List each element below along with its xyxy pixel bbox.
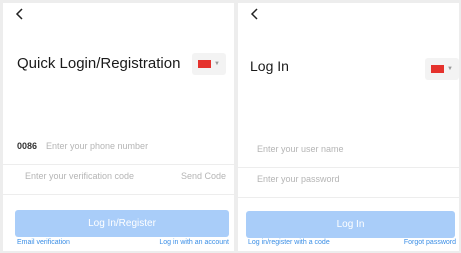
- login-with-code-link[interactable]: Log in/register with a code: [248, 239, 330, 246]
- country-selector[interactable]: ▼: [192, 53, 226, 75]
- page-title: Log In: [250, 58, 289, 74]
- country-code[interactable]: 0086: [17, 141, 37, 151]
- verification-code-input[interactable]: Enter your verification code: [25, 171, 134, 181]
- username-field[interactable]: Enter your user name: [238, 137, 459, 168]
- password-field[interactable]: Enter your password: [238, 167, 459, 198]
- verification-code-field[interactable]: Enter your verification code Send Code: [3, 164, 234, 195]
- login-button[interactable]: Log In: [246, 211, 455, 238]
- phone-field[interactable]: 0086 Enter your phone number: [3, 134, 234, 165]
- forgot-password-link[interactable]: Forgot password: [404, 239, 456, 246]
- email-verification-link[interactable]: Email verification: [17, 239, 70, 246]
- china-flag-icon: [198, 60, 212, 68]
- username-input[interactable]: Enter your user name: [257, 144, 344, 154]
- page-title: Quick Login/Registration: [17, 55, 181, 72]
- password-input[interactable]: Enter your password: [257, 174, 340, 184]
- login-screen: Log In ▼ Enter your user name Enter your…: [238, 3, 459, 251]
- back-arrow-icon[interactable]: [13, 7, 27, 21]
- send-code-button[interactable]: Send Code: [181, 171, 226, 181]
- login-with-account-link[interactable]: Log in with an account: [159, 239, 229, 246]
- back-arrow-icon[interactable]: [248, 7, 262, 21]
- quick-login-screen: Quick Login/Registration ▼ 0086 Enter yo…: [3, 3, 234, 251]
- country-selector[interactable]: ▼: [425, 58, 459, 80]
- chevron-down-icon: ▼: [447, 66, 453, 72]
- phone-input[interactable]: Enter your phone number: [46, 141, 148, 151]
- chevron-down-icon: ▼: [214, 61, 220, 67]
- china-flag-icon: [431, 65, 445, 73]
- login-register-button[interactable]: Log In/Register: [15, 210, 229, 237]
